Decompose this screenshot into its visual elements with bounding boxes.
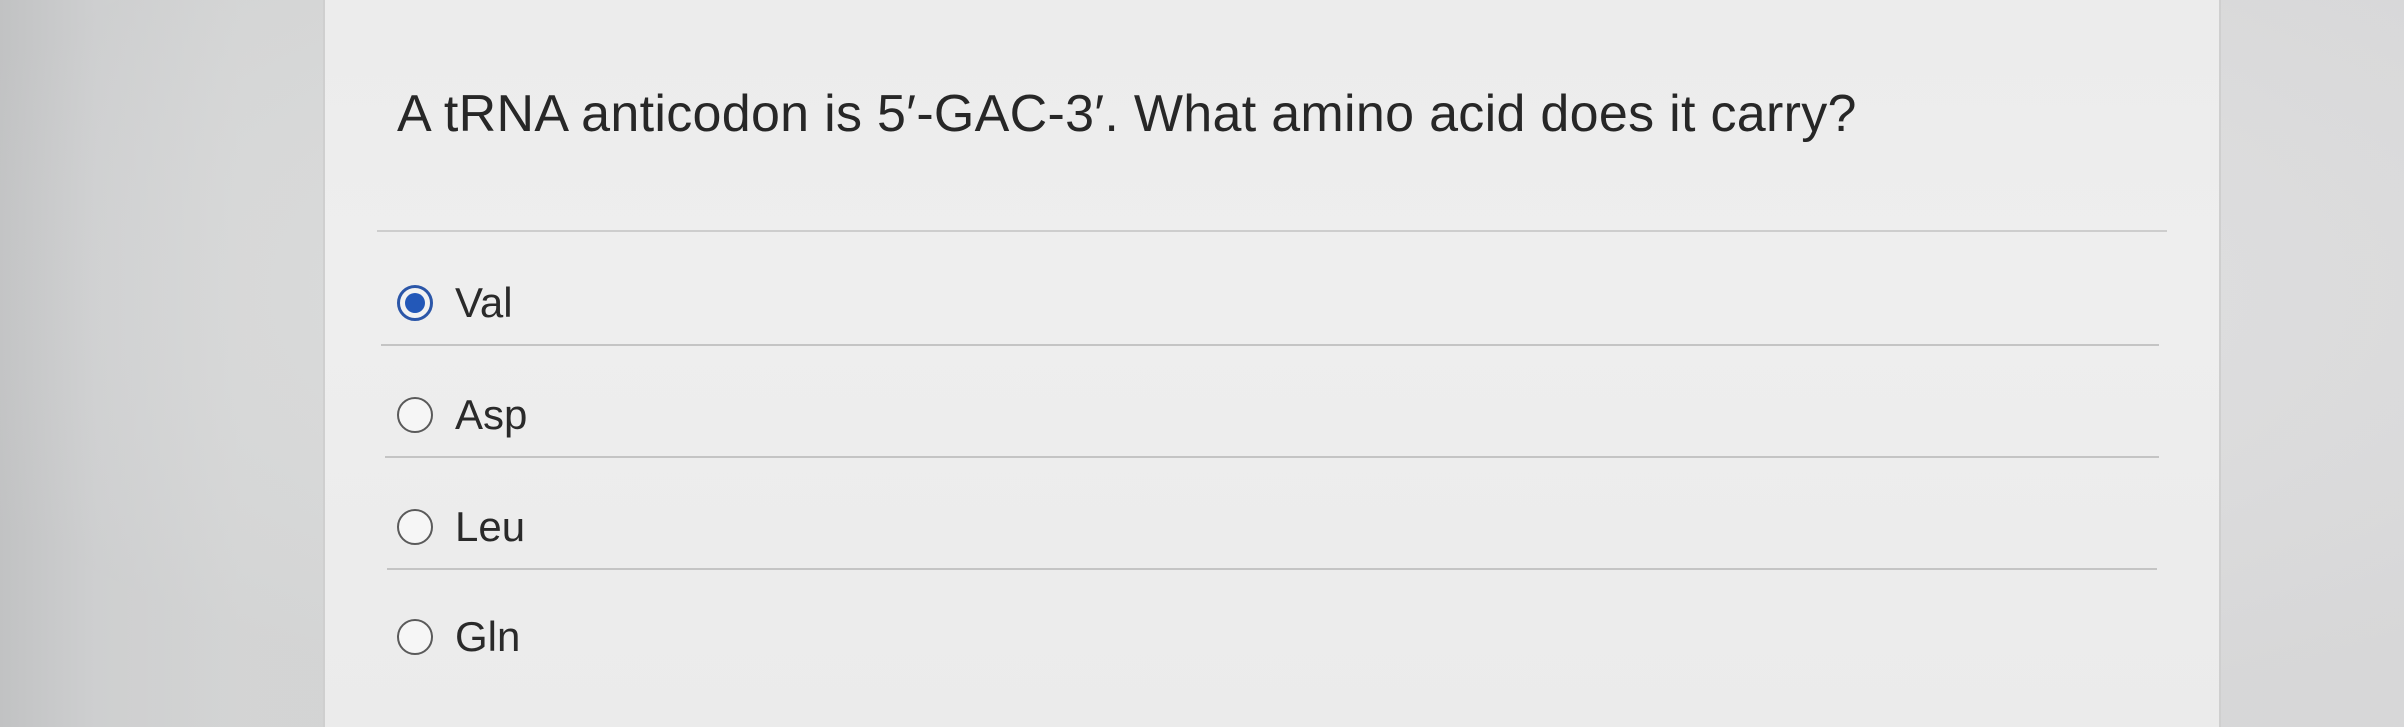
option-divider <box>385 456 2159 458</box>
option-val[interactable]: Val <box>397 268 513 338</box>
option-label: Asp <box>455 391 528 438</box>
option-gln[interactable]: Gln <box>397 602 520 672</box>
option-asp[interactable]: Asp <box>397 380 527 450</box>
radio-selected-icon[interactable] <box>397 285 433 321</box>
option-divider <box>381 344 2159 346</box>
question-card: A tRNA anticodon is 5′-GAC-3′. What amin… <box>323 0 2221 727</box>
question-divider <box>377 230 2167 232</box>
radio-unselected-icon[interactable] <box>397 509 433 545</box>
radio-unselected-icon[interactable] <box>397 397 433 433</box>
option-label: Leu <box>455 503 526 550</box>
option-leu[interactable]: Leu <box>397 492 525 562</box>
radio-unselected-icon[interactable] <box>397 619 433 655</box>
question-text: A tRNA anticodon is 5′-GAC-3′. What amin… <box>397 85 1857 143</box>
option-divider <box>387 568 2157 570</box>
option-label: Val <box>455 279 513 326</box>
option-label: Gln <box>455 613 521 660</box>
